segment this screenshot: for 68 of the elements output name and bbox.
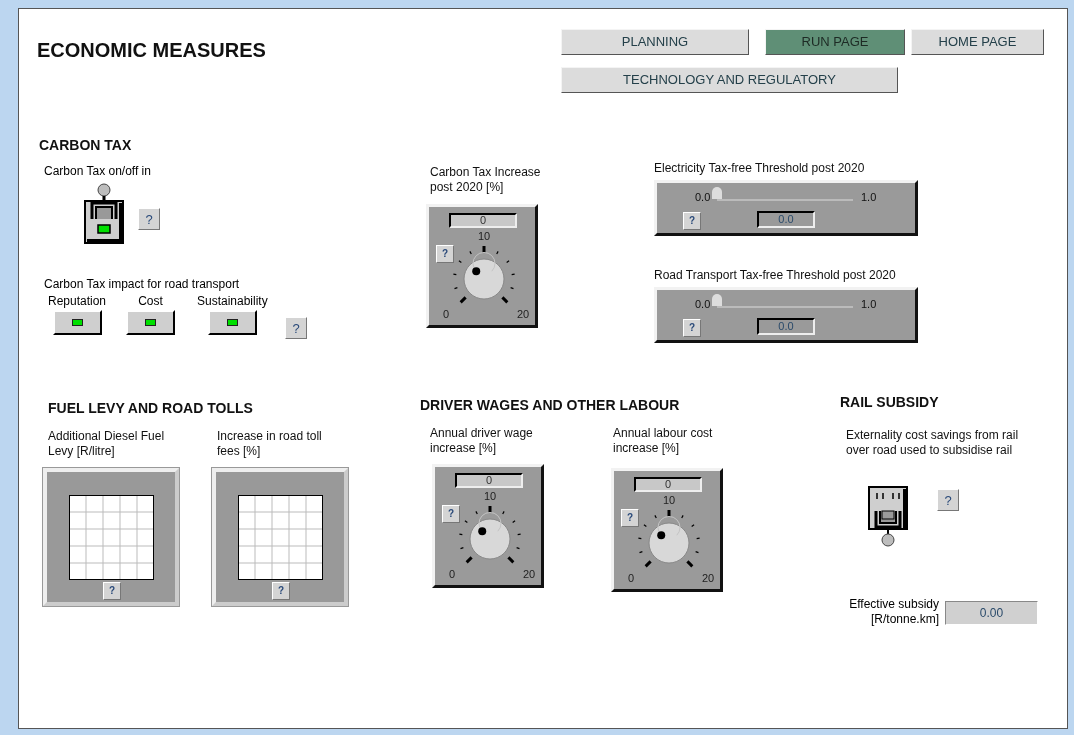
toggle-button[interactable] bbox=[52, 310, 102, 335]
graph-grid[interactable] bbox=[69, 495, 154, 580]
value-display: 0.0 bbox=[757, 211, 815, 228]
output-label: [R/tonne.km] bbox=[870, 612, 939, 627]
help-button[interactable]: ? bbox=[285, 317, 307, 339]
graph-grid[interactable] bbox=[238, 495, 323, 580]
graph-label: Additional Diesel Fuel bbox=[48, 429, 166, 444]
toggle-label: Reputation bbox=[48, 294, 107, 308]
section-heading: RAIL SUBSIDY bbox=[840, 393, 939, 412]
help-button[interactable]: ? bbox=[683, 319, 701, 337]
dial-label: 20 bbox=[523, 569, 536, 580]
dial-label: 10 bbox=[484, 491, 497, 502]
toggle-switch[interactable] bbox=[83, 183, 125, 245]
slider-max: 1.0 bbox=[861, 192, 877, 203]
dial-label: 0 bbox=[628, 573, 635, 584]
toggle-button[interactable] bbox=[126, 310, 175, 335]
dial-label: 20 bbox=[702, 573, 715, 584]
nav-button[interactable]: HOME PAGE bbox=[911, 29, 1044, 55]
knob-label: post 2020 [%] bbox=[430, 180, 505, 195]
section-heading: FUEL LEVY AND ROAD TOLLS bbox=[48, 399, 253, 418]
slider-min: 0.0 bbox=[695, 299, 711, 310]
toggle-button[interactable] bbox=[207, 310, 257, 335]
knob-label: increase [%] bbox=[613, 441, 681, 456]
page-title: ECONOMIC MEASURES bbox=[37, 38, 266, 63]
slider-label: Electricity Tax-free Threshold post 2020 bbox=[654, 161, 866, 176]
graph-label: Increase in road toll bbox=[217, 429, 323, 444]
dial-label: 20 bbox=[517, 309, 530, 320]
graph-label: Levy [R/litre] bbox=[48, 444, 116, 459]
knob-label: Annual labour cost bbox=[613, 426, 713, 441]
help-button[interactable]: ? bbox=[138, 208, 160, 230]
dial-label: 0 bbox=[443, 309, 450, 320]
help-button[interactable]: ? bbox=[103, 582, 121, 600]
value-display: 0.0 bbox=[757, 318, 815, 335]
nav-button[interactable]: PLANNING bbox=[561, 29, 749, 55]
value-display: 0 bbox=[634, 477, 702, 492]
slider-max: 1.0 bbox=[861, 299, 877, 310]
help-button[interactable]: ? bbox=[683, 212, 701, 230]
section-heading: CARBON TAX bbox=[39, 136, 132, 155]
output-field: 0.00 bbox=[945, 601, 1038, 625]
toggle-label: Sustainability bbox=[197, 294, 268, 308]
dial-label: 10 bbox=[663, 495, 676, 506]
slider-min: 0.0 bbox=[695, 192, 711, 203]
nav-button[interactable]: RUN PAGE bbox=[765, 29, 905, 55]
switch-label: Externality cost savings from rail bbox=[846, 428, 1019, 443]
help-button[interactable]: ? bbox=[442, 505, 460, 523]
knob-label: Carbon Tax Increase bbox=[430, 165, 541, 180]
help-button[interactable]: ? bbox=[272, 582, 290, 600]
help-button[interactable]: ? bbox=[621, 509, 639, 527]
help-button[interactable]: ? bbox=[436, 245, 454, 263]
knob-label: increase [%] bbox=[430, 441, 498, 456]
slider-thumb[interactable] bbox=[712, 187, 722, 199]
toggle-label: Cost bbox=[138, 294, 163, 308]
dial-label: 0 bbox=[449, 569, 456, 580]
output-label: Effective subsidy bbox=[849, 597, 939, 612]
knob-label: Annual driver wage bbox=[430, 426, 533, 441]
dial-label: 10 bbox=[478, 231, 491, 242]
slider-label: Road Transport Tax-free Threshold post 2020 bbox=[654, 268, 897, 283]
impact-label: Carbon Tax impact for road transport bbox=[44, 276, 240, 293]
graph-label: fees [%] bbox=[217, 444, 262, 459]
switch-label: Carbon Tax on/off in bbox=[44, 163, 151, 180]
toggle-switch[interactable] bbox=[867, 485, 909, 547]
value-display: 0 bbox=[449, 213, 517, 228]
switch-label: over road used to subsidise rail bbox=[846, 443, 1014, 458]
value-display: 0 bbox=[455, 473, 523, 488]
nav-button[interactable]: TECHNOLOGY AND REGULATORY bbox=[561, 67, 898, 93]
section-heading: DRIVER WAGES AND OTHER LABOUR bbox=[420, 396, 680, 415]
slider-thumb[interactable] bbox=[712, 294, 722, 306]
help-button[interactable]: ? bbox=[937, 489, 959, 511]
